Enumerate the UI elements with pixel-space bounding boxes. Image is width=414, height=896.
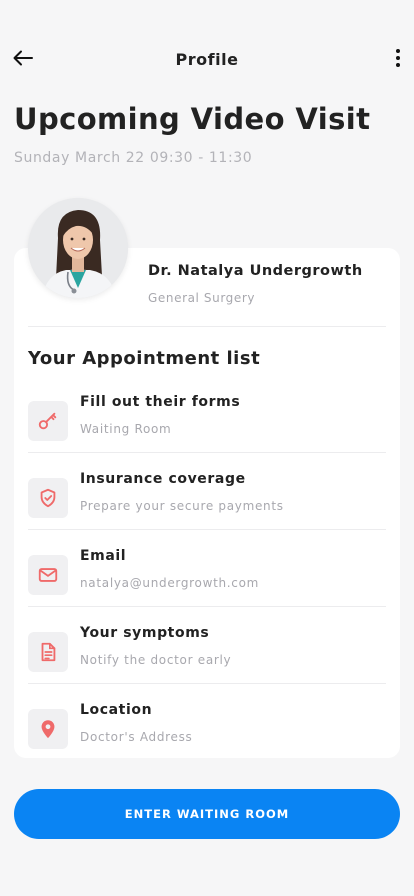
doctor-avatar: [28, 198, 128, 298]
item-title: Email: [80, 548, 127, 564]
divider: [28, 683, 386, 684]
list-item-location[interactable]: Location Doctor's Address: [28, 700, 386, 764]
doctor-name: Dr. Natalya Undergrowth: [148, 263, 363, 279]
mail-icon: [28, 555, 68, 595]
list-item-forms[interactable]: Fill out their forms Waiting Room: [28, 392, 386, 456]
item-subtitle: Waiting Room: [80, 422, 172, 436]
divider: [28, 606, 386, 607]
item-title: Your symptoms: [80, 625, 210, 641]
item-subtitle: natalya@undergrowth.com: [80, 576, 260, 590]
item-title: Location: [80, 702, 153, 718]
item-title: Fill out their forms: [80, 394, 241, 410]
list-item-insurance[interactable]: Insurance coverage Prepare your secure p…: [28, 469, 386, 533]
enter-waiting-room-button[interactable]: ENTER WAITING ROOM: [14, 789, 400, 839]
page-title: Profile: [175, 50, 239, 69]
item-subtitle: Prepare your secure payments: [80, 499, 284, 513]
visit-datetime: Sunday March 22 09:30 - 11:30: [14, 150, 253, 166]
item-title: Insurance coverage: [80, 471, 246, 487]
item-subtitle: Notify the doctor early: [80, 653, 232, 667]
divider: [28, 326, 386, 327]
document-icon: [28, 632, 68, 672]
more-vertical-icon: [395, 48, 401, 72]
location-pin-icon: [28, 709, 68, 749]
list-item-email[interactable]: Email natalya@undergrowth.com: [28, 546, 386, 610]
item-subtitle: Doctor's Address: [80, 730, 193, 744]
divider: [28, 452, 386, 453]
visit-title: Upcoming Video Visit: [14, 102, 371, 136]
key-icon: [28, 401, 68, 441]
more-options-button[interactable]: [390, 48, 406, 72]
top-bar: Profile: [0, 40, 414, 80]
list-item-symptoms[interactable]: Your symptoms Notify the doctor early: [28, 623, 386, 687]
profile-screen: Profile Upcoming Video Visit Sunday Marc…: [0, 0, 414, 896]
doctor-specialty: General Surgery: [148, 291, 256, 305]
shield-check-icon: [28, 478, 68, 518]
appointment-list-title: Your Appointment list: [28, 348, 261, 369]
divider: [28, 529, 386, 530]
